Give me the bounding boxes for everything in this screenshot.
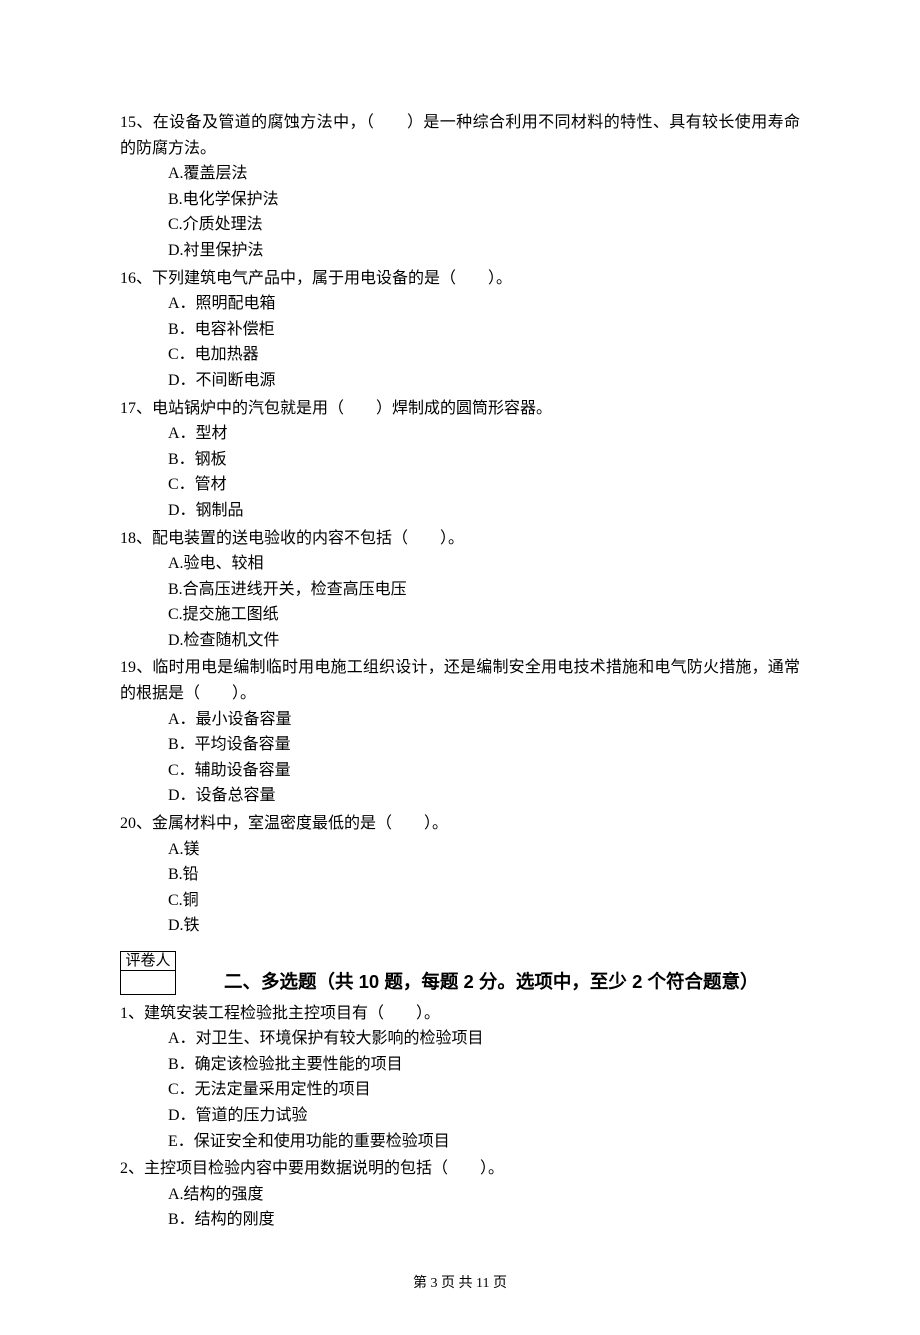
- options-list: A.验电、较相 B.合高压进线开关，检查高压电压 C.提交施工图纸 D.检查随机…: [120, 551, 800, 653]
- question-18: 18、配电装置的送电验收的内容不包括（ ）。 A.验电、较相 B.合高压进线开关…: [120, 526, 800, 654]
- option-b: B.电化学保护法: [168, 187, 800, 213]
- question-stem: 临时用电是编制临时用电施工组织设计，还是编制安全用电技术措施和电气防火措施，通常…: [120, 659, 800, 702]
- option-d: D．钢制品: [168, 498, 800, 524]
- option-c: C.铜: [168, 888, 800, 914]
- question-15: 15、在设备及管道的腐蚀方法中，（ ）是一种综合利用不同材料的特性、具有较长使用…: [120, 110, 800, 264]
- question-stem: 金属材料中，室温密度最低的是（ ）。: [152, 815, 448, 832]
- option-d: D.铁: [168, 913, 800, 939]
- option-d: D．不间断电源: [168, 368, 800, 394]
- question-number: 16、: [120, 270, 152, 287]
- option-a: A.结构的强度: [168, 1182, 800, 1208]
- options-list: A.覆盖层法 B.电化学保护法 C.介质处理法 D.衬里保护法: [120, 161, 800, 263]
- option-c: C.介质处理法: [168, 212, 800, 238]
- question-16: 16、下列建筑电气产品中，属于用电设备的是（ ）。 A．照明配电箱 B．电容补偿…: [120, 266, 800, 394]
- question-number: 17、: [120, 400, 152, 417]
- question-stem: 主控项目检验内容中要用数据说明的包括（ ）。: [144, 1160, 504, 1177]
- question-text: 17、电站锅炉中的汽包就是用（ ）焊制成的圆筒形容器。: [120, 396, 800, 422]
- option-a: A．型材: [168, 421, 800, 447]
- question-number: 20、: [120, 815, 152, 832]
- option-b: B．钢板: [168, 447, 800, 473]
- option-d: D．管道的压力试验: [168, 1103, 800, 1129]
- question-stem: 下列建筑电气产品中，属于用电设备的是（ ）。: [152, 270, 512, 287]
- option-e: E．保证安全和使用功能的重要检验项目: [168, 1129, 800, 1155]
- question-stem: 建筑安装工程检验批主控项目有（ ）。: [144, 1005, 440, 1022]
- options-list: A．照明配电箱 B．电容补偿柜 C．电加热器 D．不间断电源: [120, 291, 800, 393]
- options-list: A．对卫生、环境保护有较大影响的检验项目 B．确定该检验批主要性能的项目 C．无…: [120, 1026, 800, 1154]
- option-d: D.检查随机文件: [168, 628, 800, 654]
- single-choice-section: 15、在设备及管道的腐蚀方法中，（ ）是一种综合利用不同材料的特性、具有较长使用…: [120, 110, 800, 939]
- option-c: C.提交施工图纸: [168, 602, 800, 628]
- option-b: B.合高压进线开关，检查高压电压: [168, 577, 800, 603]
- option-b: B．确定该检验批主要性能的项目: [168, 1052, 800, 1078]
- option-c: C．电加热器: [168, 342, 800, 368]
- options-list: A．最小设备容量 B．平均设备容量 C．辅助设备容量 D．设备总容量: [120, 707, 800, 809]
- question-number: 1、: [120, 1005, 144, 1022]
- option-a: A．最小设备容量: [168, 707, 800, 733]
- multi-choice-section: 1、建筑安装工程检验批主控项目有（ ）。 A．对卫生、环境保护有较大影响的检验项…: [120, 1001, 800, 1233]
- option-c: C．管材: [168, 472, 800, 498]
- section-header-row: 评卷人 二、多选题（共 10 题，每题 2 分。选项中，至少 2 个符合题意）: [120, 947, 800, 1001]
- option-d: D．设备总容量: [168, 783, 800, 809]
- option-a: A.验电、较相: [168, 551, 800, 577]
- question-text: 16、下列建筑电气产品中，属于用电设备的是（ ）。: [120, 266, 800, 292]
- question-text: 20、金属材料中，室温密度最低的是（ ）。: [120, 811, 800, 837]
- question-19: 19、临时用电是编制临时用电施工组织设计，还是编制安全用电技术措施和电气防火措施…: [120, 655, 800, 809]
- question-stem: 在设备及管道的腐蚀方法中，（ ）是一种综合利用不同材料的特性、具有较长使用寿命的…: [120, 114, 800, 157]
- option-b: B．结构的刚度: [168, 1207, 800, 1233]
- question-m2: 2、主控项目检验内容中要用数据说明的包括（ ）。 A.结构的强度 B．结构的刚度: [120, 1156, 800, 1233]
- question-17: 17、电站锅炉中的汽包就是用（ ）焊制成的圆筒形容器。 A．型材 B．钢板 C．…: [120, 396, 800, 524]
- grader-label: 评卷人: [121, 952, 175, 971]
- question-text: 1、建筑安装工程检验批主控项目有（ ）。: [120, 1001, 800, 1027]
- options-list: A．型材 B．钢板 C．管材 D．钢制品: [120, 421, 800, 523]
- question-m1: 1、建筑安装工程检验批主控项目有（ ）。 A．对卫生、环境保护有较大影响的检验项…: [120, 1001, 800, 1155]
- question-text: 2、主控项目检验内容中要用数据说明的包括（ ）。: [120, 1156, 800, 1182]
- question-stem: 配电装置的送电验收的内容不包括（ ）。: [152, 530, 464, 547]
- page-footer: 第 3 页 共 11 页: [120, 1273, 800, 1295]
- question-stem: 电站锅炉中的汽包就是用（ ）焊制成的圆筒形容器。: [152, 400, 552, 417]
- option-b: B.铅: [168, 862, 800, 888]
- section-2-heading: 二、多选题（共 10 题，每题 2 分。选项中，至少 2 个符合题意）: [120, 947, 800, 997]
- question-text: 18、配电装置的送电验收的内容不包括（ ）。: [120, 526, 800, 552]
- option-b: B．电容补偿柜: [168, 317, 800, 343]
- option-a: A.覆盖层法: [168, 161, 800, 187]
- question-number: 18、: [120, 530, 152, 547]
- question-text: 19、临时用电是编制临时用电施工组织设计，还是编制安全用电技术措施和电气防火措施…: [120, 655, 800, 706]
- option-c: C．辅助设备容量: [168, 758, 800, 784]
- question-20: 20、金属材料中，室温密度最低的是（ ）。 A.镁 B.铅 C.铜 D.铁: [120, 811, 800, 939]
- options-list: A.结构的强度 B．结构的刚度: [120, 1182, 800, 1233]
- option-a: A．照明配电箱: [168, 291, 800, 317]
- option-d: D.衬里保护法: [168, 238, 800, 264]
- question-text: 15、在设备及管道的腐蚀方法中，（ ）是一种综合利用不同材料的特性、具有较长使用…: [120, 110, 800, 161]
- options-list: A.镁 B.铅 C.铜 D.铁: [120, 837, 800, 939]
- option-a: A．对卫生、环境保护有较大影响的检验项目: [168, 1026, 800, 1052]
- question-number: 19、: [120, 659, 152, 676]
- option-c: C．无法定量采用定性的项目: [168, 1077, 800, 1103]
- grader-box: 评卷人: [120, 951, 176, 995]
- option-a: A.镁: [168, 837, 800, 863]
- option-b: B．平均设备容量: [168, 732, 800, 758]
- question-number: 15、: [120, 114, 153, 131]
- question-number: 2、: [120, 1160, 144, 1177]
